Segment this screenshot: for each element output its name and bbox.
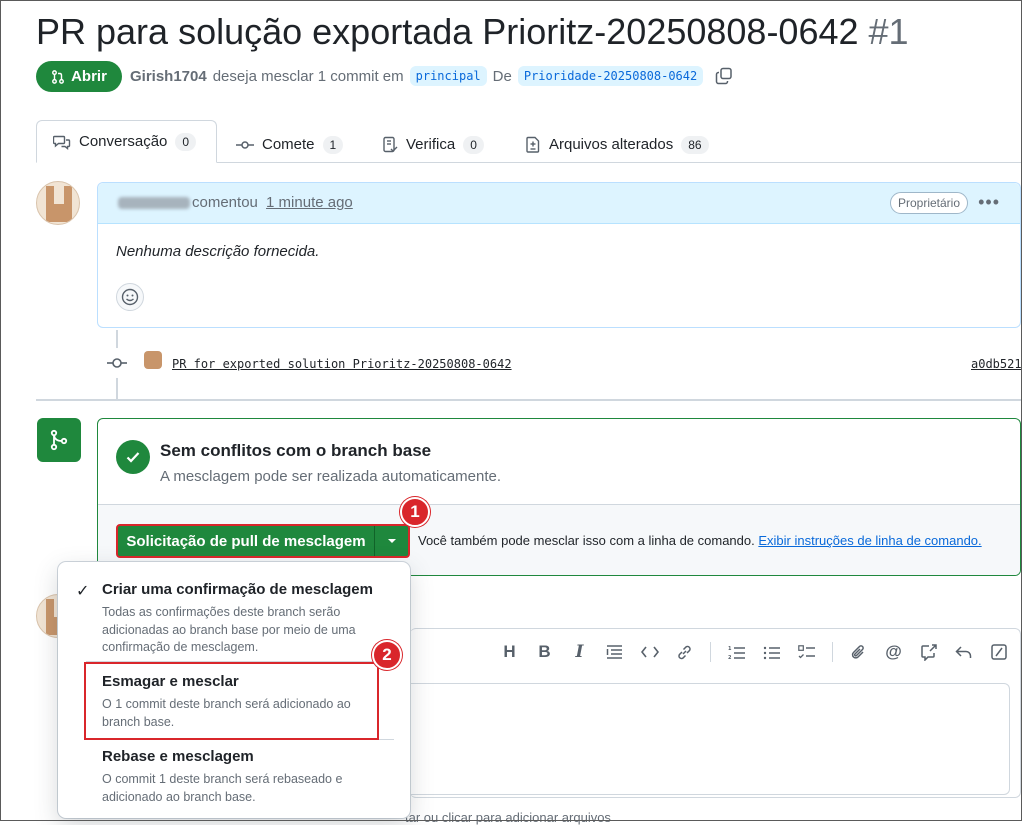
add-reaction-icon[interactable]	[116, 283, 144, 311]
pull-request-icon	[52, 69, 65, 84]
menu-item-title: Criar uma confirmação de mesclagem	[102, 581, 373, 598]
tab-commits-label: Comete	[262, 136, 315, 153]
tab-files-label: Arquivos alterados	[549, 136, 674, 153]
pr-meta: Girish1704 deseja mesclar 1 commit em pr…	[130, 66, 733, 86]
owner-badge: Proprietário	[889, 192, 968, 214]
command-line-text: Você também pode mesclar isso com a linh…	[418, 533, 755, 548]
menu-item-rebase-and-merge[interactable]: Rebase e mesclagem O commit 1 deste bran…	[58, 740, 410, 818]
step-2-marker: 2	[372, 640, 402, 670]
toolbar-separator	[710, 642, 711, 662]
tab-files-count: 86	[681, 135, 709, 154]
svg-text:1: 1	[728, 646, 732, 652]
comment-editor: H B I 12 @	[410, 628, 1021, 798]
check-icon	[116, 440, 150, 474]
tab-checks-count: 0	[463, 135, 484, 154]
commit-avatar[interactable]	[144, 351, 162, 369]
tab-conversation-count: 0	[175, 132, 197, 151]
tab-commits-count: 1	[322, 135, 344, 154]
tab-conversation-label: Conversação	[79, 133, 168, 150]
reference-icon[interactable]	[911, 629, 946, 675]
code-icon[interactable]	[632, 629, 667, 675]
tab-checks[interactable]: Verifica 0	[366, 126, 500, 163]
slash-icon[interactable]	[981, 629, 1016, 675]
comment-body: Nenhuma descrição fornecida.	[116, 243, 320, 260]
comment-header: comentou 1 minute ago Proprietário •••	[98, 183, 1020, 224]
ordered-list-icon[interactable]: 12	[719, 629, 754, 675]
commented-label: comentou	[192, 194, 258, 211]
state-badge: Abrir	[36, 61, 122, 92]
state-label: Abrir	[71, 68, 107, 85]
pr-title-text: PR para solução exportada Prioritz-20250…	[36, 11, 859, 52]
head-branch[interactable]: Prioridade-20250808-0642	[517, 66, 704, 86]
merge-pull-request-button[interactable]: Solicitação de pull de mesclagem	[116, 524, 410, 558]
comment-textarea[interactable]	[410, 683, 1010, 795]
unordered-list-icon[interactable]	[754, 629, 789, 675]
heading-icon[interactable]: H	[492, 629, 527, 675]
reply-icon[interactable]	[946, 629, 981, 675]
tab-files-changed[interactable]: Arquivos alterados 86	[509, 126, 725, 163]
merge-text: deseja mesclar 1 commit em	[212, 67, 404, 85]
bold-icon[interactable]: B	[527, 629, 562, 675]
file-diff-icon	[526, 136, 540, 153]
quote-icon[interactable]	[597, 629, 632, 675]
tab-commits[interactable]: Comete 1	[220, 126, 359, 163]
tab-checks-label: Verifica	[406, 136, 456, 153]
pr-title: PR para solução exportada Prioritz-20250…	[36, 8, 909, 56]
merge-status-title: Sem conflitos com o branch base	[160, 441, 432, 460]
commit-message[interactable]: PR for exported solution Prioritz-202508…	[172, 357, 512, 371]
comment-meta: comentou 1 minute ago	[192, 194, 353, 211]
author-link[interactable]: Girish1704	[130, 68, 207, 85]
more-options-icon[interactable]: •••	[978, 192, 1000, 213]
mention-icon[interactable]: @	[876, 629, 911, 675]
attach-icon[interactable]	[841, 629, 876, 675]
check-icon: ✓	[76, 583, 90, 600]
tab-conversation[interactable]: Conversação 0	[36, 120, 217, 163]
conversation-icon	[53, 135, 71, 150]
pr-number: #1	[868, 11, 909, 52]
caret-down-icon	[387, 539, 396, 543]
step-1-marker: 1	[400, 497, 430, 527]
timeline-divider	[36, 399, 1022, 401]
copy-icon[interactable]	[715, 67, 733, 85]
task-list-icon[interactable]	[789, 629, 824, 675]
command-line-help: Você também pode mesclar isso com a linh…	[418, 533, 982, 548]
merge-method-dropdown[interactable]	[375, 526, 408, 556]
squash-highlight-box	[84, 662, 379, 740]
svg-text:2: 2	[728, 655, 732, 660]
menu-item-desc: Todas as confirmações deste branch serão…	[102, 605, 356, 654]
merge-button-label[interactable]: Solicitação de pull de mesclagem	[118, 526, 375, 556]
drop-files-note: tar ou clicar para adicionar arquivos	[405, 810, 611, 825]
git-merge-icon	[37, 418, 81, 462]
toolbar-separator	[832, 642, 833, 662]
redacted-username	[118, 197, 190, 209]
commit-sha[interactable]: a0db521	[971, 357, 1022, 371]
commit-icon	[236, 140, 254, 149]
base-branch[interactable]: principal	[409, 66, 487, 86]
checks-icon	[383, 136, 398, 153]
markdown-toolbar: H B I 12 @	[410, 629, 1020, 675]
menu-item-title: Rebase e mesclagem	[102, 748, 254, 765]
merge-status: Sem conflitos com o branch base A mescla…	[98, 419, 1020, 505]
link-icon[interactable]	[667, 629, 702, 675]
from-text: De	[492, 67, 512, 85]
menu-item-desc: O commit 1 deste branch será rebaseado e…	[102, 772, 343, 804]
avatar[interactable]	[36, 181, 80, 225]
comment-box: comentou 1 minute ago Proprietário ••• N…	[97, 182, 1021, 328]
commit-node-icon	[102, 348, 132, 378]
menu-item-create-merge-commit[interactable]: ✓ Criar uma confirmação de mesclagem Tod…	[58, 562, 410, 660]
merge-status-subtitle: A mesclagem pode ser realizada automatic…	[160, 468, 502, 485]
comment-time[interactable]: 1 minute ago	[266, 194, 353, 211]
command-line-link[interactable]: Exibir instruções de linha de comando.	[758, 533, 981, 548]
italic-icon[interactable]: I	[562, 629, 597, 675]
